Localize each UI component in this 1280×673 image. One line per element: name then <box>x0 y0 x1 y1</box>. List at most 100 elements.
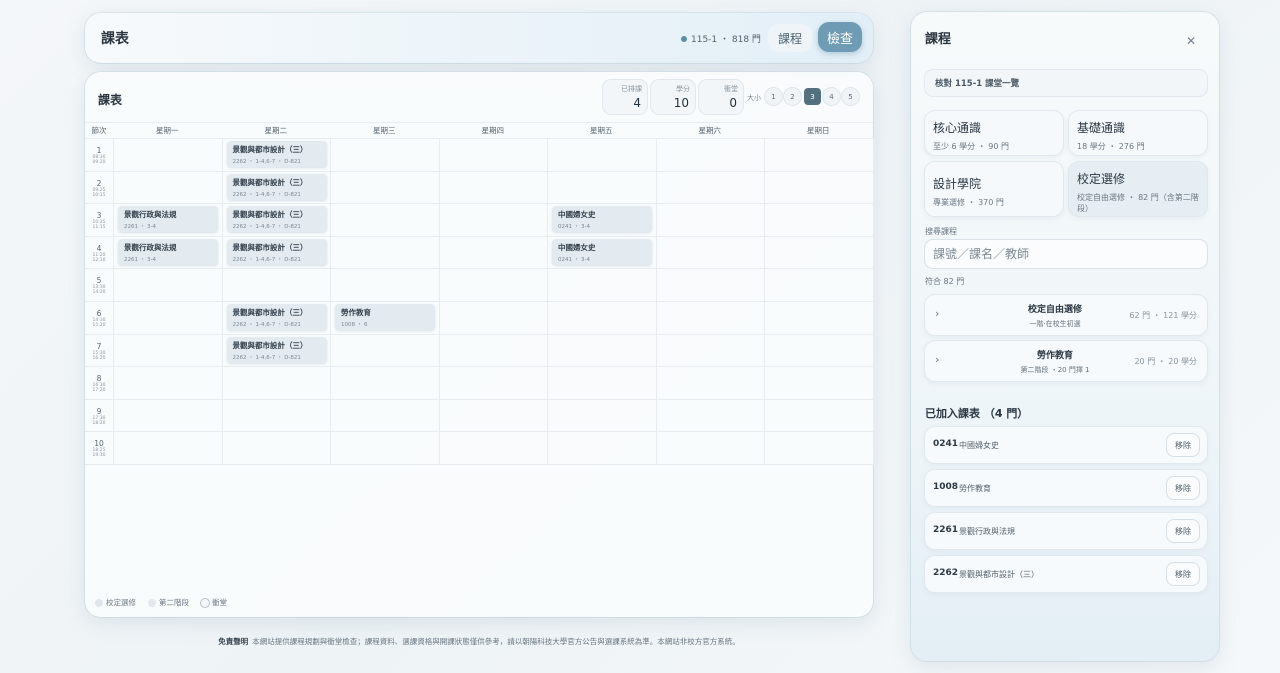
course-block-name: 景觀與都市設計（三） <box>232 308 308 317</box>
stat-value: 4 <box>633 96 641 110</box>
course-code: 2261 <box>933 525 959 535</box>
stat-credits: 學分 10 <box>651 80 695 114</box>
added-course-item: 0241 中國婦女史 移除 <box>925 427 1207 463</box>
course-code: 1008 <box>933 482 959 492</box>
size-option-2[interactable]: 2 <box>784 88 801 105</box>
legend-label: 衝堂 <box>212 598 227 607</box>
course-block-detail: 2262 ・ 1-4,6-7 ・ D-821 <box>232 224 301 231</box>
size-option-3[interactable]: 3 <box>804 88 821 105</box>
category-desc: 至少 6 學分 ・ 90 門 <box>933 142 1009 151</box>
course-block[interactable]: 景觀與都市設計（三） 2262 ・ 1-4,6-7 ・ D-821 <box>226 173 327 200</box>
period-end: 10:15 <box>92 192 106 198</box>
added-course-item: 2262 景觀與都市設計（三） 移除 <box>925 556 1207 592</box>
course-block-detail: 2261 ・ 3-4 <box>124 256 156 263</box>
remove-button[interactable]: 移除 <box>1167 477 1199 499</box>
category-basic-general[interactable]: 基礎通識 18 學分 ・ 276 門 <box>1069 111 1207 155</box>
course-block[interactable]: 中國婦女史 0241 ・ 3-4 <box>552 238 652 265</box>
stat-scheduled: 已排課 4 <box>603 80 647 114</box>
legend-item: 校定選修 <box>95 597 136 608</box>
period-end: 18:20 <box>92 420 106 426</box>
stat-label: 已排課 <box>621 85 642 93</box>
group-school-free-elective[interactable]: › 校定自由選修 一階·在校生初選 62 門 ・ 121 學分 <box>925 295 1207 335</box>
category-name: 設計學院 <box>933 177 982 191</box>
course-block[interactable]: 景觀與都市設計（三） 2262 ・ 1-4,6-7 ・ D-821 <box>226 304 327 330</box>
period-end: 15:20 <box>92 323 106 328</box>
day-header: 星期日 <box>807 125 830 135</box>
chevron-right-icon: › <box>935 353 940 366</box>
course-name: 勞作教育 <box>959 484 991 493</box>
course-name: 中國婦女史 <box>959 441 999 450</box>
course-block[interactable]: 景觀與都市設計（三） 2262 ・ 1-4,6-7 ・ D-821 <box>226 336 327 363</box>
remove-button[interactable]: 移除 <box>1167 434 1199 456</box>
category-core-general[interactable]: 核心通識 至少 6 學分 ・ 90 門 <box>925 111 1063 155</box>
legend-item: 衝堂 <box>201 597 227 608</box>
course-code: 2262 <box>933 568 959 578</box>
search-label: 搜尋課程 <box>925 227 957 236</box>
period-label: 5 13:30 14:20 <box>87 276 111 295</box>
course-block-name: 景觀與都市設計（三） <box>232 145 308 154</box>
course-panel: 課程 ✕ 核對 115-1 課堂一覽 核心通識 至少 6 學分 ・ 90 門 基… <box>911 12 1219 661</box>
period-label: 3 10:25 11:15 <box>87 211 111 230</box>
course-block[interactable]: 景觀與都市設計（三） 2262 ・ 1-4,6-7 ・ D-821 <box>226 141 327 167</box>
added-courses-title: 已加入課表 （4 門） <box>925 407 1029 420</box>
period-number: 3 <box>96 211 102 221</box>
search-input[interactable] <box>925 240 1207 268</box>
timetable-card: 課表 已排課 4 學分 10 衝堂 0 大小 1 2 3 4 5 節次 星期一星… <box>85 72 874 617</box>
course-block[interactable]: 景觀行政與法規 2261 ・ 3-4 <box>118 206 218 233</box>
day-header: 星期四 <box>481 125 505 135</box>
check-button[interactable]: 檢查 <box>818 22 862 52</box>
remove-button[interactable]: 移除 <box>1167 563 1199 585</box>
course-block-name: 景觀與都市設計（三） <box>232 177 308 187</box>
remove-button[interactable]: 移除 <box>1167 520 1199 542</box>
course-block-detail: 0241 ・ 3-4 <box>558 256 590 263</box>
size-option-5[interactable]: 5 <box>842 88 859 105</box>
course-block-detail: 0241 ・ 3-4 <box>558 224 590 231</box>
period-number: 9 <box>96 406 102 416</box>
group-desc: 第二階段 ・20 門擇 1 <box>1020 366 1090 374</box>
course-block[interactable]: 景觀與都市設計（三） 2262 ・ 1-4,6-7 ・ D-821 <box>226 238 327 265</box>
timetable-title: 課表 <box>98 93 123 107</box>
period-label: 6 14:30 15:20 <box>87 309 111 328</box>
category-desc: 校定自由選修 ・ 82 門（含第二階段） <box>1077 193 1199 213</box>
size-option-4[interactable]: 4 <box>823 88 840 105</box>
period-end: 11:15 <box>92 225 106 231</box>
course-block-detail: 2262 ・ 1-4,6-7 ・ D-821 <box>232 191 301 198</box>
size-option-1[interactable]: 1 <box>765 88 782 105</box>
legend-dot-icon <box>148 598 156 607</box>
course-block-name: 景觀與都市設計（三） <box>232 242 308 252</box>
legend-dot-icon <box>95 598 103 607</box>
group-count: 62 門 ・ 121 學分 <box>1129 311 1197 320</box>
course-block-detail: 2262 ・ 1-4,6-7 ・ D-821 <box>232 256 301 263</box>
course-block-detail: 2262 ・ 1-4,6-7 ・ D-821 <box>232 159 301 165</box>
group-name: 校定自由選修 <box>1027 305 1082 315</box>
course-block[interactable]: 勞作教育 1008 ・ 6 <box>335 304 435 330</box>
course-name: 景觀行政與法規 <box>959 527 1015 536</box>
course-button[interactable]: 課程 <box>768 24 812 52</box>
panel-subheader: 核對 115-1 課堂一覽 <box>925 70 1207 96</box>
course-block[interactable]: 景觀行政與法規 2261 ・ 3-4 <box>118 238 218 265</box>
group-labor-education[interactable]: › 勞作教育 第二階段 ・20 門擇 1 20 門 ・ 20 學分 <box>925 341 1207 381</box>
period-end: 09:20 <box>92 160 106 165</box>
group-count: 20 門 ・ 20 學分 <box>1134 357 1197 366</box>
stat-value: 10 <box>673 96 689 110</box>
disclaimer-text: 本網站提供課程規劃與衝堂檢查；課程資料、選課資格與開課狀態僅供參考，請以朝陽科技… <box>252 637 740 646</box>
category-school-elective[interactable]: 校定選修 校定自由選修 ・ 82 門（含第二階段） <box>1069 162 1207 216</box>
match-count: 符合 82 門 <box>925 277 965 286</box>
period-end: 12:10 <box>92 257 106 263</box>
day-header: 星期一 <box>156 125 179 135</box>
category-design-college[interactable]: 設計學院 專業選修 ・ 370 門 <box>925 162 1063 216</box>
period-end: 14:20 <box>92 290 106 296</box>
semester-info: 115-1 ・ 818 門 <box>681 32 761 45</box>
period-number: 6 <box>96 309 102 318</box>
stat-label: 學分 <box>676 85 690 93</box>
close-icon[interactable]: ✕ <box>1182 32 1200 50</box>
stat-label: 衝堂 <box>724 85 738 93</box>
semester-dot-icon <box>681 35 687 42</box>
course-code: 0241 <box>933 439 959 449</box>
category-name: 核心通識 <box>933 121 982 135</box>
legend: 校定選修 第二階段 衝堂 <box>95 597 227 608</box>
course-block[interactable]: 中國婦女史 0241 ・ 3-4 <box>552 206 652 233</box>
course-block[interactable]: 景觀與都市設計（三） 2262 ・ 1-4,6-7 ・ D-821 <box>226 206 327 233</box>
stat-conflicts: 衝堂 0 <box>699 80 743 114</box>
period-number: 8 <box>96 374 102 384</box>
